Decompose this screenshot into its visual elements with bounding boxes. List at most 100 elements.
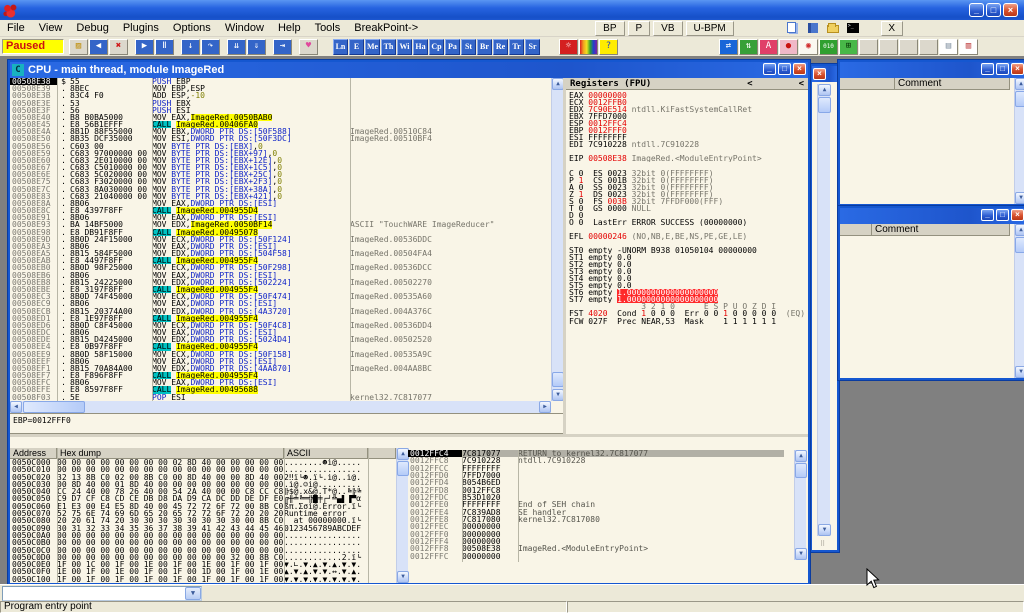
- scroll-up-icon[interactable]: ▲: [1015, 224, 1024, 236]
- disasm-row[interactable]: 00508E8A.8B06MOV EAX,DWORD PTR DS:[ESI]: [10, 200, 551, 207]
- step-over-icon[interactable]: ↷: [201, 39, 220, 55]
- register-line[interactable]: FCW 027F Prec NEAR,53 Mask 1 1 1 1 1 1: [566, 318, 808, 325]
- restart-icon[interactable]: ◀: [89, 39, 108, 55]
- resize-grip[interactable]: ⠿: [820, 540, 825, 548]
- notes-list-icon[interactable]: ▥: [959, 39, 978, 55]
- register-line[interactable]: EFL 00000246 (NO,NB,E,BE,NS,PE,GE,LE): [566, 233, 808, 240]
- panel-button-ha[interactable]: Ha: [413, 39, 428, 55]
- log-list-icon[interactable]: ▤: [939, 39, 958, 55]
- disasm-row[interactable]: 00508EB6.8B06MOV EAX,DWORD PTR DS:[ESI]: [10, 272, 551, 279]
- menu-item-plugins[interactable]: Plugins: [116, 21, 166, 35]
- registers-prev-icon[interactable]: <: [747, 79, 752, 89]
- comment-window-bottom[interactable]: _ □ × Comment ▲ ▼: [838, 206, 1024, 380]
- dump-row[interactable]: 0050C0E01F 00 1C 00 1F 00 1E 00 1F 00 1E…: [10, 561, 396, 568]
- disasm-row[interactable]: 00508ECB.8B15 20374A00MOV EDX,DWORD PTR …: [10, 308, 551, 315]
- help-icon[interactable]: ?: [599, 39, 618, 55]
- register-line[interactable]: [566, 162, 808, 169]
- copy-window-icon[interactable]: [785, 21, 801, 35]
- cpu-window[interactable]: C CPU - main thread, module ImageRed _ □…: [8, 60, 810, 584]
- scroll-up-icon[interactable]: ▲: [1015, 78, 1024, 90]
- scroll-down-icon[interactable]: ▼: [795, 548, 807, 560]
- folder-icon[interactable]: [825, 21, 841, 35]
- register-line[interactable]: D 0: [566, 212, 808, 219]
- register-line[interactable]: ST7 empty 1.0000000000000000000: [566, 296, 808, 303]
- disasm-row[interactable]: 00508EE9.8B0D 58F15000MOV ECX,DWORD PTR …: [10, 351, 551, 358]
- step-into-icon[interactable]: ↓: [181, 39, 200, 55]
- stack-row[interactable]: 0012FFE0FFFFFFFFEnd of SEH chain: [408, 501, 784, 508]
- register-line[interactable]: S 0 FS 003B 32bit 7FFDF000(FFF): [566, 198, 808, 205]
- register-line[interactable]: FST 4020 Cond 1 0 0 0 Err 0 0 1 0 0 0 0 …: [566, 310, 808, 317]
- stack-row[interactable]: 0012FFC47C817077RETURN to kernel32.7C817…: [408, 450, 784, 457]
- swap-arrows-icon[interactable]: ⇄: [719, 39, 738, 55]
- stack-row[interactable]: 0012FFEC00000000: [408, 523, 784, 530]
- disasm-row[interactable]: 00508EB8.8B15 24225000MOV EDX,DWORD PTR …: [10, 279, 551, 286]
- scroll-up-icon[interactable]: ▲: [818, 84, 831, 96]
- menu-item-breakpoint[interactable]: BreakPoint->: [347, 21, 425, 35]
- stack-row[interactable]: 0012FFE87C817080kernel32.7C817080: [408, 516, 784, 523]
- options-gear-icon[interactable]: ☼: [559, 39, 578, 55]
- panel-button-re[interactable]: Re: [493, 39, 508, 55]
- close-program-icon[interactable]: ✖: [109, 39, 128, 55]
- menu-item-window[interactable]: Window: [218, 21, 271, 35]
- scroll-thumb[interactable]: [795, 463, 807, 478]
- plugin-button-u-bpm[interactable]: U-BPM: [686, 21, 734, 36]
- updown-arrows-icon[interactable]: ⇅: [739, 39, 758, 55]
- comment-column-header[interactable]: Comment: [895, 78, 1010, 89]
- unnamed-column-header[interactable]: [840, 224, 872, 235]
- panel-button-cp[interactable]: Cp: [429, 39, 444, 55]
- stack-row[interactable]: 0012FFDC853D1020: [408, 494, 784, 501]
- execute-till-return-icon[interactable]: ⇥: [273, 39, 292, 55]
- disasm-row[interactable]: 00508E3B.83C4 F0ADD ESP,-10: [10, 92, 551, 99]
- dump-hex-header[interactable]: Hex dump: [57, 448, 284, 458]
- plugin-button-p[interactable]: P: [628, 21, 651, 36]
- panel-button-br[interactable]: Br: [477, 39, 492, 55]
- stack-row[interactable]: 0012FFF400000000: [408, 538, 784, 545]
- scroll-down-icon[interactable]: ▼: [1015, 366, 1024, 378]
- run-icon[interactable]: ▶: [135, 39, 154, 55]
- dump-pane[interactable]: Address Hex dump ASCII 0050C00000 00 00 …: [10, 437, 408, 583]
- spiral-icon[interactable]: ◉: [799, 39, 818, 55]
- disasm-row[interactable]: 00508EF7.E8 F896F8FFCALL ImageRed.004955…: [10, 372, 551, 379]
- hidden-window-scrollbar[interactable]: ▲ ▼: [817, 84, 830, 536]
- dump-row[interactable]: 0050C0B000 00 00 00 00 00 00 00 00 00 00…: [10, 539, 396, 546]
- disasm-row[interactable]: 00508EC9.8B06MOV EAX,DWORD PTR DS:[ESI]: [10, 300, 551, 307]
- dump-row[interactable]: 0050C1001F 00 1F 00 1F 00 1F 00 1F 00 1F…: [10, 576, 396, 583]
- maximize-button[interactable]: □: [996, 63, 1009, 75]
- disasm-row[interactable]: 00508EDC.8B06MOV EAX,DWORD PTR DS:[ESI]: [10, 329, 551, 336]
- scroll-left-icon[interactable]: ◀: [10, 401, 22, 413]
- menu-item-debug[interactable]: Debug: [69, 21, 115, 35]
- dump-ascii-header[interactable]: ASCII: [284, 448, 368, 458]
- disassembly-vscrollbar[interactable]: ▲ ▼: [551, 78, 563, 401]
- comment-window-top[interactable]: _ □ × Comment ▲ ▼: [838, 60, 1024, 206]
- disasm-row[interactable]: 00508E39.8BECMOV EBP,ESP: [10, 85, 551, 92]
- minimize-button[interactable]: _: [969, 3, 984, 17]
- stack-row[interactable]: 0012FFE47C839AD8SE handler: [408, 509, 784, 516]
- register-line[interactable]: EDX 7C90E514 ntdll.KiFastSystemCallRet: [566, 106, 808, 113]
- register-line[interactable]: ST2 empty 0.0: [566, 261, 808, 268]
- dump-row[interactable]: 0050C0A000 00 00 00 00 00 00 00 00 00 00…: [10, 532, 396, 539]
- disasm-row[interactable]: 00508E50.8B35 DCF35000MOV ESI,DWORD PTR …: [10, 135, 551, 142]
- disassembly-hscrollbar[interactable]: ◀ ▶: [10, 401, 551, 413]
- panel-button-wi[interactable]: Wi: [397, 39, 412, 55]
- disasm-row[interactable]: 00508E6E.C683 5C020000 00MOV BYTE PTR DS…: [10, 171, 551, 178]
- register-line[interactable]: EBX 7FFD7000: [566, 113, 808, 120]
- disasm-row[interactable]: 00508E3F.56PUSH ESI: [10, 107, 551, 114]
- disasm-row[interactable]: 00508ED1.E8 1E97F8FFCALL ImageRed.004955…: [10, 315, 551, 322]
- register-line[interactable]: ST1 empty 0.0: [566, 254, 808, 261]
- dump-row[interactable]: 0050C0D000 00 00 00 00 00 00 00 00 00 00…: [10, 554, 396, 561]
- disasm-row[interactable]: 00508E8C.E8 4397F8FFCALL ImageRed.004955…: [10, 207, 551, 214]
- scrollbar[interactable]: ▲ ▼: [1014, 224, 1024, 378]
- register-line[interactable]: [566, 226, 808, 233]
- register-line[interactable]: P 1 CS 001B 32bit 0(FFFFFFFF): [566, 177, 808, 184]
- scrollbar[interactable]: ▲ ▼: [1014, 78, 1024, 204]
- dump-row[interactable]: 0050C040CC 24 40 00 78 26 40 00 54 2A 40…: [10, 488, 396, 495]
- dump-row[interactable]: 0050C02032 13 8B C0 02 00 8B C0 00 8D 40…: [10, 474, 396, 481]
- scroll-thumb[interactable]: [1015, 237, 1024, 253]
- restore-button[interactable]: □: [986, 3, 1001, 17]
- scroll-thumb[interactable]: [818, 97, 831, 113]
- minimize-button[interactable]: _: [763, 63, 776, 75]
- register-line[interactable]: [566, 240, 808, 247]
- console-icon[interactable]: >_: [845, 21, 861, 35]
- panel-button-tr[interactable]: Tr: [509, 39, 524, 55]
- stack-row[interactable]: 0012FFFC00000000: [408, 553, 784, 560]
